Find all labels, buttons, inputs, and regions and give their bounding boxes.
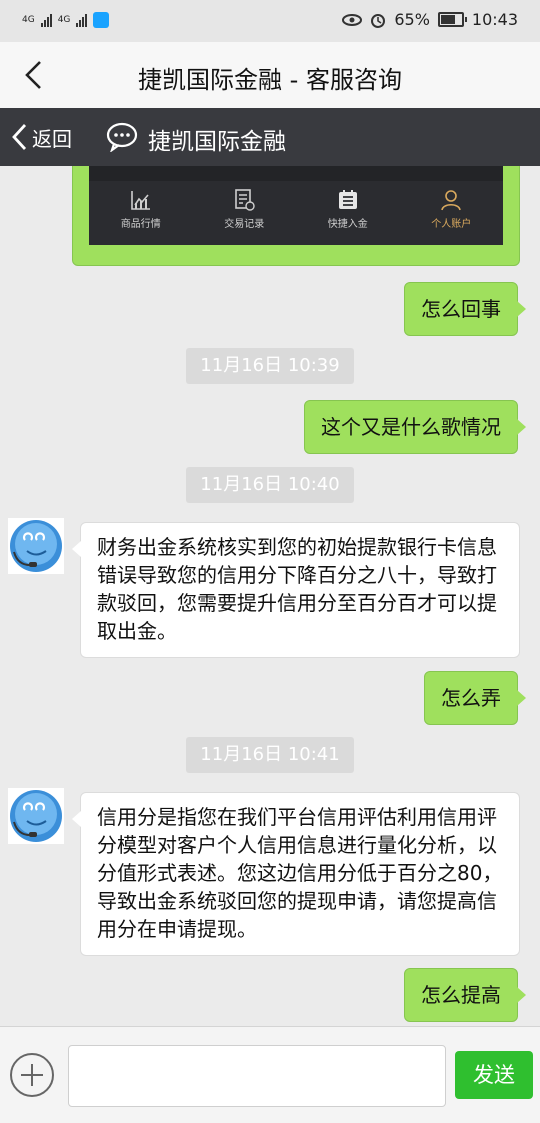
clock: 10:43 bbox=[471, 10, 518, 29]
record-icon bbox=[235, 189, 255, 211]
my-message-bubble[interactable]: 这个又是什么歌情况 bbox=[304, 400, 526, 454]
back-button[interactable]: 返回 bbox=[10, 122, 72, 152]
person-icon bbox=[441, 190, 462, 211]
status-bar: 4G 4G 65% 10:43 bbox=[0, 0, 540, 42]
embedded-tab-label: 快捷入金 bbox=[327, 219, 368, 230]
embedded-tab-market: 商品行情 bbox=[89, 185, 193, 245]
signal-icon bbox=[76, 13, 88, 27]
support-avatar-icon[interactable] bbox=[8, 788, 64, 844]
message-text: 这个又是什么歌情况 bbox=[321, 415, 501, 439]
title-bar: 捷凯国际金融 - 客服咨询 bbox=[0, 42, 540, 108]
signal-2-label: 4G bbox=[57, 15, 71, 25]
input-bar: 发送 bbox=[0, 1026, 540, 1123]
alarm-icon bbox=[371, 13, 386, 28]
embedded-tab-label: 交易记录 bbox=[224, 219, 265, 230]
embedded-tab-bar: 商品行情 交易记录 快捷入金 个人账户 bbox=[89, 185, 503, 245]
deposit-icon bbox=[338, 190, 357, 209]
my-message-bubble[interactable]: 怎么弄 bbox=[424, 671, 526, 725]
chat-nav-bar: 返回 捷凯国际金融 bbox=[0, 108, 540, 166]
embedded-tab-deposit: 快捷入金 bbox=[296, 185, 400, 245]
timestamp: 11月16日 10:39 bbox=[186, 348, 354, 384]
battery-percent: 65% bbox=[394, 10, 430, 29]
support-avatar-icon[interactable] bbox=[8, 518, 64, 574]
message-text: 信用分是指您在我们平台信用评估利用信用评分模型对客户个人信用信息进行量化分析，以… bbox=[97, 805, 503, 941]
qq-notification-icon bbox=[93, 12, 110, 28]
chat-name: 捷凯国际金融 bbox=[148, 129, 286, 155]
support-message-bubble[interactable]: 财务出金系统核实到您的初始提款银行卡信息错误导致您的信用分下降百分之八十，导致打… bbox=[72, 522, 520, 658]
message-text: 怎么回事 bbox=[421, 297, 501, 321]
timestamp: 11月16日 10:40 bbox=[186, 467, 354, 503]
support-message-bubble[interactable]: 信用分是指您在我们平台信用评估利用信用评分模型对客户个人信用信息进行量化分析，以… bbox=[72, 792, 520, 956]
message-text: 财务出金系统核实到您的初始提款银行卡信息错误导致您的信用分下降百分之八十，导致打… bbox=[97, 535, 497, 643]
embedded-tab-account: 个人账户 bbox=[400, 185, 504, 245]
embedded-tab-label: 个人账户 bbox=[431, 219, 472, 230]
my-message-bubble[interactable]: 怎么回事 bbox=[404, 282, 526, 336]
signal-icon bbox=[40, 13, 52, 27]
my-message-bubble[interactable]: 怎么提高 bbox=[404, 968, 526, 1022]
status-right: 65% 10:43 bbox=[342, 10, 518, 29]
battery-icon bbox=[437, 12, 467, 27]
send-button[interactable]: 发送 bbox=[455, 1051, 533, 1099]
plus-icon[interactable] bbox=[10, 1053, 54, 1097]
image-message-bubble[interactable]: 商品行情 交易记录 快捷入金 个人账户 bbox=[72, 166, 520, 266]
chevron-left-icon bbox=[12, 124, 27, 150]
message-text: 怎么弄 bbox=[441, 686, 501, 710]
embedded-screenshot: 商品行情 交易记录 快捷入金 个人账户 bbox=[89, 166, 503, 245]
status-left: 4G 4G bbox=[22, 12, 110, 28]
eye-icon bbox=[342, 13, 363, 26]
timestamp: 11月16日 10:41 bbox=[186, 737, 354, 773]
chart-icon bbox=[130, 191, 150, 210]
message-input[interactable] bbox=[68, 1045, 446, 1107]
embedded-tab-label: 商品行情 bbox=[120, 219, 161, 230]
back-label: 返回 bbox=[32, 126, 72, 151]
chat-bubble-icon bbox=[106, 122, 138, 152]
message-text: 怎么提高 bbox=[421, 983, 501, 1007]
embedded-tab-records: 交易记录 bbox=[193, 185, 297, 245]
screenshot-top bbox=[89, 166, 503, 181]
chat-area[interactable]: 商品行情 交易记录 快捷入金 个人账户 怎么回事 11月16日 10:39 这个… bbox=[0, 166, 540, 1026]
signal-1-label: 4G bbox=[22, 15, 35, 25]
page-title: 捷凯国际金融 - 客服咨询 bbox=[138, 66, 402, 94]
